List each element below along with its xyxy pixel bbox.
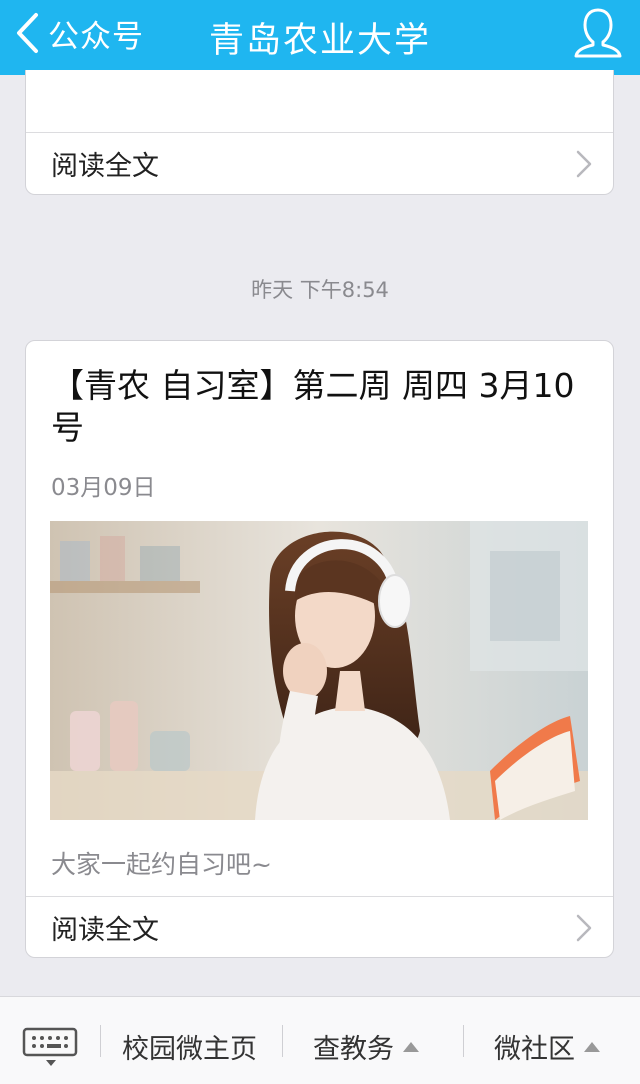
menu-item-community[interactable]: 微社区: [494, 1027, 601, 1066]
back-button[interactable]: 公众号: [14, 10, 144, 56]
article-title: 【青农 自习室】第二周 周四 3月10号: [51, 366, 575, 447]
read-more-label: 阅读全文: [51, 151, 159, 182]
menu-divider: [282, 1025, 283, 1057]
read-more-button[interactable]: 阅读全文: [26, 896, 613, 957]
article-card[interactable]: 【青农 自习室】第二周 周四 3月10号 03月09日 大家一起约自习吧~ 阅读…: [25, 340, 614, 958]
navigation-bar: 公众号 青岛农业大学: [0, 0, 640, 75]
chevron-right-icon: [576, 150, 592, 178]
bottom-menu-bar: 校园微主页 查教务 微社区: [0, 996, 640, 1084]
cover-photo: [50, 521, 588, 820]
chevron-right-icon: [576, 914, 592, 942]
keyboard-icon[interactable]: [22, 1025, 80, 1067]
message-timestamp: 昨天 下午8:54: [251, 278, 389, 302]
menu-divider: [463, 1025, 464, 1057]
menu-divider: [100, 1025, 101, 1057]
chevron-left-icon: [17, 13, 38, 53]
menu-item-label: 微社区: [494, 1034, 575, 1065]
profile-icon[interactable]: [572, 5, 624, 61]
menu-item-campus-home[interactable]: 校园微主页: [122, 1027, 257, 1066]
back-label: 公众号: [48, 18, 144, 55]
article-summary: 大家一起约自习吧~: [51, 850, 272, 879]
previous-read-more-button[interactable]: 阅读全文: [26, 132, 613, 194]
triangle-up-icon: [403, 1041, 419, 1052]
menu-item-label: 查教务: [313, 1034, 394, 1065]
read-more-label: 阅读全文: [51, 915, 159, 946]
menu-item-academic[interactable]: 查教务: [313, 1027, 420, 1066]
article-cover-image[interactable]: [50, 521, 588, 820]
triangle-up-icon: [584, 1041, 600, 1052]
menu-item-label: 校园微主页: [122, 1034, 257, 1065]
article-date: 03月09日: [51, 475, 156, 501]
previous-article-card: 阅读全文: [25, 70, 614, 195]
